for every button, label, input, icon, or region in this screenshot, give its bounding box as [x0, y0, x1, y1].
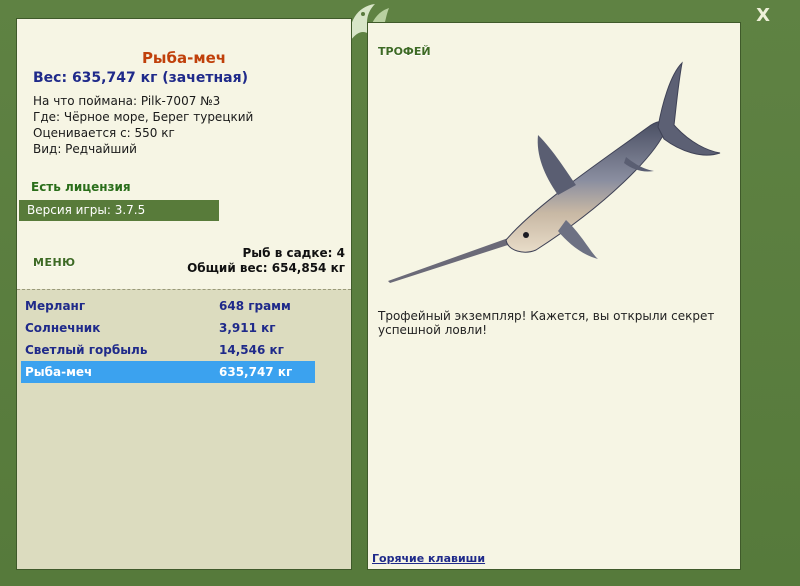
- rarity: Вид: Редчайший: [33, 142, 137, 156]
- swordfish-image: [388, 61, 721, 283]
- fish-weight-value: 648 грамм: [219, 299, 291, 313]
- trophy-description: Трофейный экземпляр! Кажется, вы открыли…: [378, 309, 715, 337]
- fish-count: Рыб в садке: 4: [242, 246, 346, 260]
- game-version: Версия игры: 3.7.5: [19, 200, 219, 221]
- trophy-panel: ТРОФЕЙ Трофейный экземпляр! Кажется, вы …: [367, 22, 741, 570]
- total-weight: Общий вес: 654,854 кг: [187, 261, 345, 275]
- fish-list-item[interactable]: Светлый горбыль 14,546 кг: [21, 339, 315, 361]
- caught-with: На что поймана: Pilk-7007 №3: [33, 94, 221, 108]
- game-window: X Рыба-меч Вес: 635,747 кг (зачетная) На…: [0, 0, 800, 586]
- license-status: Есть лицензия: [31, 180, 131, 194]
- fish-weight-value: 14,546 кг: [219, 343, 284, 357]
- fish-list-item-selected[interactable]: Рыба-меч 635,747 кг: [21, 361, 315, 383]
- valued-from: Оценивается с: 550 кг: [33, 126, 175, 140]
- keepnet-stats: Рыб в садке: 4 Общий вес: 654,854 кг: [187, 246, 345, 276]
- fish-weight: Вес: 635,747 кг (зачетная): [33, 70, 248, 86]
- fish-list-item[interactable]: Солнечник 3,911 кг: [21, 317, 315, 339]
- hotkeys-link[interactable]: Горячие клавиши: [372, 552, 485, 565]
- fish-name: Мерланг: [25, 299, 86, 313]
- fish-title: Рыба-меч: [141, 49, 227, 67]
- location: Где: Чёрное море, Берег турецкий: [33, 110, 254, 124]
- close-button[interactable]: X: [756, 5, 770, 26]
- menu-button[interactable]: МЕНЮ: [33, 256, 76, 269]
- fish-name: Светлый горбыль: [25, 343, 148, 357]
- catch-info-panel: Рыба-меч Вес: 635,747 кг (зачетная) На ч…: [16, 18, 352, 570]
- fish-weight-value: 3,911 кг: [219, 321, 276, 335]
- fish-name: Солнечник: [25, 321, 101, 335]
- fish-weight-value: 635,747 кг: [219, 365, 293, 379]
- fish-list: Мерланг 648 грамм Солнечник 3,911 кг Све…: [21, 295, 315, 383]
- fish-name: Рыба-меч: [25, 365, 93, 379]
- fish-list-item[interactable]: Мерланг 648 грамм: [21, 295, 315, 317]
